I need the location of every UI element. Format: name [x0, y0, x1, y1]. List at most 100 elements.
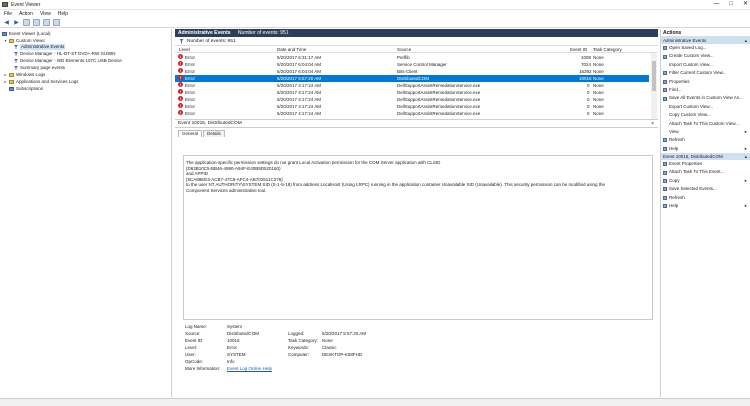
table-row[interactable]: ! Error 5/20/2017 4:17:24 AM DellSupport… [175, 103, 649, 110]
submenu-arrow-icon: ▸ [744, 128, 747, 134]
action-find[interactable]: Find... [661, 86, 750, 94]
error-icon: ! [178, 89, 183, 94]
collapse-arrow-icon[interactable]: ▴ [745, 153, 747, 160]
action-event-properties[interactable]: Event Properties [661, 160, 750, 168]
forward-arrow-icon[interactable]: ▶ [13, 19, 20, 26]
computer-value: DESKTOP-K58FHD [322, 352, 363, 357]
table-row[interactable]: ! Error 5/20/2017 6:04:04 AM Service Con… [175, 61, 649, 68]
tree-summary-page-events[interactable]: Summary page events [14, 65, 65, 71]
column-date-time[interactable]: Date and Time [277, 46, 306, 53]
keywords-value: Classic [322, 345, 337, 350]
events-scrollbar[interactable] [651, 53, 657, 119]
action-open-saved-log[interactable]: Open Saved Log... [661, 44, 750, 52]
table-row-selected[interactable]: ! Error 5/20/2017 5:57:20 AM Distributed… [175, 75, 649, 82]
show-hide-tree-icon[interactable] [23, 19, 30, 26]
action-save-all-events[interactable]: Save All Events in Custom View As... [661, 94, 750, 102]
action-refresh[interactable]: Refresh [661, 136, 750, 144]
toolbar: ◀ ▶ [0, 18, 750, 28]
actions-pane: Actions Administrative Events ▴ Open Sav… [660, 29, 750, 397]
find-icon [663, 88, 667, 93]
event-id-value: 10016 [227, 338, 240, 343]
folder-icon [9, 80, 14, 84]
refresh-icon [663, 138, 667, 143]
log-name-label: Log Name: [185, 324, 208, 329]
tree-root[interactable]: Event Viewer (Local) [2, 31, 50, 37]
column-task-category[interactable]: Task Category [593, 46, 622, 53]
action-filter-custom-view[interactable]: Filter Current Custom View... [661, 69, 750, 77]
tree-subscriptions[interactable]: Subscriptions [4, 86, 43, 92]
table-row[interactable]: ! Error 5/20/2017 4:17:24 AM DellSupport… [175, 96, 649, 103]
online-help-link[interactable]: Event Log Online Help [227, 366, 272, 372]
close-detail-icon[interactable]: × [651, 120, 654, 128]
action-attach-task-event[interactable]: Attach Task To This Event... [661, 168, 750, 176]
event-description: The application-specific permission sett… [183, 155, 653, 320]
save-icon [663, 187, 667, 192]
collapse-chevron-icon[interactable]: ▾ [4, 38, 7, 44]
source-label: Source: [185, 331, 201, 336]
table-header: Level Date and Time Source Event ID Task… [175, 46, 658, 53]
menu-help[interactable]: Help [58, 10, 68, 18]
action-export-custom-view[interactable]: Export Custom View... [661, 103, 750, 111]
tree-device-manager-dvd[interactable]: Device Manager - HL-DT-ST DVD+-RW GU90N [14, 51, 115, 57]
tree-administrative-events[interactable]: Administrative Events [14, 44, 66, 50]
show-hide-action-pane-icon[interactable] [53, 19, 60, 26]
tab-details[interactable]: Details [203, 130, 225, 137]
action-refresh-event[interactable]: Refresh [661, 194, 750, 202]
tab-general[interactable]: General [178, 130, 203, 137]
menu-view[interactable]: View [40, 10, 51, 18]
table-row[interactable]: ! Error 5/20/2017 4:17:24 AM DellSupport… [175, 89, 649, 96]
filter-icon [14, 66, 18, 70]
action-view[interactable]: View ▸ [661, 128, 750, 136]
center-pane: Administrative Events Number of events: … [175, 29, 658, 397]
table-row[interactable]: ! Error 5/20/2017 6:04:04 AM Bits-Client… [175, 68, 649, 75]
user-label: User: [185, 352, 196, 357]
navigation-tree: Event Viewer (Local) ▾ Custom Views Admi… [0, 29, 172, 397]
tree-device-manager-wd[interactable]: Device Manager - WD Elements 107C USB De… [14, 58, 122, 64]
column-level[interactable]: Level [179, 46, 190, 53]
more-info-label: More Information: [185, 366, 221, 371]
column-event-id[interactable]: Event ID [570, 46, 587, 53]
actions-section-administrative-events[interactable]: Administrative Events ▴ [661, 37, 750, 44]
column-source[interactable]: Source [397, 46, 411, 53]
actions-section-event[interactable]: Event 10016, DistributedCOM ▴ [661, 153, 750, 161]
action-save-selected-events[interactable]: Save Selected Events... [661, 185, 750, 193]
table-row[interactable]: ! Error 5/20/2017 4:17:24 AM DellSupport… [175, 110, 649, 117]
action-help-event[interactable]: Help ▸ [661, 202, 750, 210]
title-bar: Event Viewer — □ ✕ [0, 0, 750, 10]
scrollbar-thumb[interactable] [652, 61, 656, 91]
logged-value: 5/20/2017 5:57:20 AM [322, 331, 367, 336]
maximize-button[interactable]: □ [729, 0, 733, 9]
event-viewer-icon [2, 32, 7, 36]
table-row[interactable]: ! Error 5/20/2017 6:31:17 AM Perflib 100… [175, 54, 649, 61]
event-detail-header: Event 10016, DistributedCOM × [175, 120, 658, 128]
action-properties[interactable]: Properties [661, 78, 750, 86]
tree-app-services-logs[interactable]: ▸ Applications and Services Logs [4, 79, 79, 85]
pane-header: Administrative Events Number of events: … [175, 29, 658, 37]
expand-chevron-icon[interactable]: ▸ [4, 79, 7, 85]
menu-file[interactable]: File [4, 10, 12, 18]
event-count-bar: Number of events: 951 [175, 37, 658, 46]
back-arrow-icon[interactable]: ◀ [3, 19, 10, 26]
action-copy-custom-view[interactable]: Copy Custom View... [661, 111, 750, 119]
event-count-label: Number of events: 951 [187, 38, 236, 44]
properties-icon[interactable] [33, 19, 40, 26]
action-help[interactable]: Help ▸ [661, 145, 750, 153]
action-import-custom-view[interactable]: Import Custom View... [661, 61, 750, 69]
source-value: DistributedCOM [227, 331, 260, 336]
logged-label: Logged: [288, 331, 305, 336]
folder-icon [9, 73, 14, 77]
action-attach-task-view[interactable]: Attach Task To This Custom View... [661, 120, 750, 128]
help-icon[interactable] [43, 19, 50, 26]
error-icon: ! [178, 96, 183, 101]
menu-action[interactable]: Action [19, 10, 33, 18]
tree-windows-logs[interactable]: ▸ Windows Logs [4, 72, 45, 78]
table-row[interactable]: ! Error 5/20/2017 4:17:24 AM DellSupport… [175, 82, 649, 89]
status-bar [0, 398, 750, 406]
minimize-button[interactable]: — [713, 0, 719, 9]
collapse-arrow-icon[interactable]: ▴ [745, 37, 747, 44]
action-copy[interactable]: Copy ▸ [661, 177, 750, 185]
close-button[interactable]: ✕ [743, 0, 748, 9]
expand-chevron-icon[interactable]: ▸ [4, 72, 7, 78]
action-create-custom-view[interactable]: Create Custom View... [661, 52, 750, 60]
error-icon: ! [178, 61, 183, 66]
